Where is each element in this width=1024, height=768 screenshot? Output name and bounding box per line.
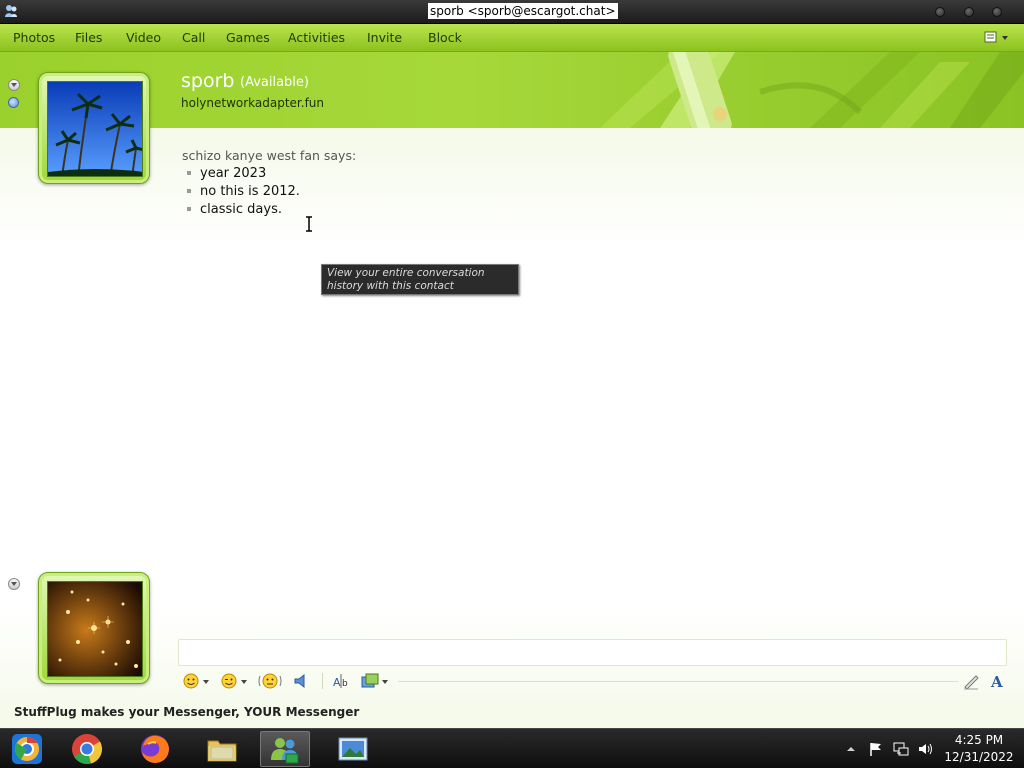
contact-status: (Available)	[240, 75, 309, 90]
menu-files[interactable]: Files	[75, 30, 102, 45]
menu-activities[interactable]: Activities	[288, 30, 345, 45]
wink-caret-icon[interactable]	[241, 680, 247, 684]
menu-call[interactable]: Call	[182, 30, 205, 45]
maximize-button[interactable]	[964, 7, 974, 17]
message-input[interactable]	[178, 639, 1007, 666]
messenger-icon[interactable]	[260, 731, 310, 767]
collapse-contact-arrow-icon[interactable]	[8, 79, 20, 91]
svg-text:A: A	[333, 676, 341, 689]
text-style-icon[interactable]: A	[988, 671, 1006, 691]
palm-trees-picture	[47, 81, 143, 177]
sparkles-picture	[47, 581, 143, 677]
close-button[interactable]	[992, 7, 1002, 17]
toolbar-separator	[322, 673, 323, 689]
firefox-icon[interactable]	[130, 731, 180, 767]
header-banner: sporb (Available) holynetworkadapter.fun	[0, 52, 1024, 128]
chrome-canary-icon[interactable]	[2, 731, 52, 767]
show-hidden-icons-icon[interactable]	[846, 741, 856, 757]
network-icon[interactable]	[893, 741, 909, 757]
message-2: no this is 2012.	[187, 184, 300, 199]
svg-text:A: A	[990, 673, 1003, 691]
menu-games[interactable]: Games	[226, 30, 270, 45]
messenger-app-icon[interactable]	[3, 3, 19, 19]
emoticon-icon[interactable]	[182, 671, 200, 691]
input-toolbar: A b A	[178, 667, 1007, 695]
sender-line: schizo kanye west fan says:	[182, 148, 357, 163]
taskbar	[0, 728, 1024, 768]
wink-icon[interactable]	[220, 671, 238, 691]
menu-video[interactable]: Video	[126, 30, 161, 45]
status-dot-icon[interactable]	[8, 97, 19, 108]
message-1: year 2023	[187, 166, 266, 181]
minimize-button[interactable]	[935, 7, 945, 17]
background-caret-icon[interactable]	[382, 680, 388, 684]
show-menu-icon[interactable]	[982, 30, 1012, 46]
menu-bar: Photos Files Video Call Games Activities…	[0, 24, 1024, 52]
window-title: sporb <sporb@escargot.chat>	[428, 3, 618, 19]
photo-viewer-icon[interactable]	[328, 731, 378, 767]
menu-photos[interactable]: Photos	[13, 30, 55, 45]
clock-date[interactable]: 12/31/2022	[940, 750, 1018, 764]
clock-time[interactable]: 4:25 PM	[940, 733, 1018, 747]
title-bar: sporb <sporb@escargot.chat>	[0, 0, 1024, 24]
svg-text:b: b	[342, 679, 348, 689]
collapse-self-arrow-icon[interactable]	[8, 578, 20, 590]
history-tooltip: View your entire conversation history wi…	[321, 264, 519, 295]
menu-invite[interactable]: Invite	[367, 30, 402, 45]
emoticon-caret-icon[interactable]	[203, 680, 209, 684]
stuffplug-banner[interactable]: StuffPlug makes your Messenger, YOUR Mes…	[14, 705, 359, 719]
menu-block[interactable]: Block	[428, 30, 462, 45]
toolbar-divider-line	[398, 681, 958, 682]
font-icon[interactable]: A b	[332, 671, 354, 691]
conversation-background	[0, 128, 1024, 728]
chrome-icon[interactable]	[62, 731, 112, 767]
contact-avatar[interactable]	[38, 72, 150, 184]
contact-name: sporb	[181, 70, 235, 92]
action-center-flag-icon[interactable]	[868, 741, 884, 757]
background-icon[interactable]	[360, 671, 380, 691]
file-explorer-icon[interactable]	[197, 731, 247, 767]
nudge-icon[interactable]	[258, 671, 282, 691]
bamboo-background	[600, 52, 1024, 128]
self-avatar[interactable]	[38, 572, 150, 684]
handwriting-icon[interactable]	[962, 671, 980, 691]
volume-icon[interactable]	[917, 741, 933, 757]
text-cursor-icon	[306, 216, 312, 232]
voice-clip-icon[interactable]	[292, 671, 312, 691]
contact-personal-message: holynetworkadapter.fun	[181, 96, 325, 110]
message-3: classic days.	[187, 202, 282, 217]
